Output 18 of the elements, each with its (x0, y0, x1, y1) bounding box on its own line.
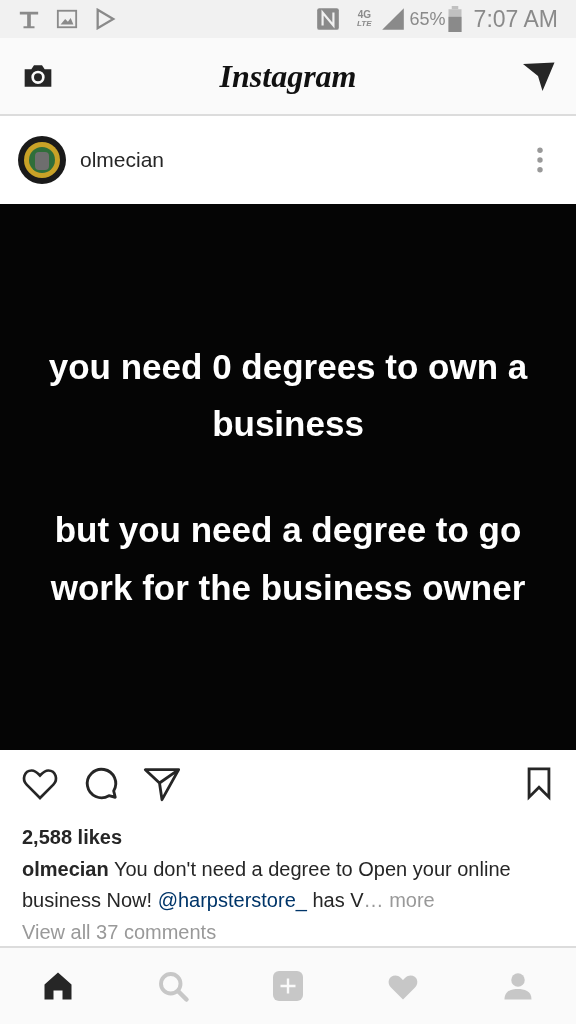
network-subtype: LTE (357, 20, 372, 28)
play-store-icon (94, 8, 116, 30)
image-caption: but you need a degree to go work for the business owner (49, 509, 527, 609)
signal-icon (379, 6, 406, 32)
avatar[interactable] (18, 136, 66, 184)
username[interactable]: olmecian (80, 144, 165, 176)
image-caption: you need 0 degrees to own a business (47, 345, 529, 446)
clock: 7:07 AM (473, 4, 558, 34)
mention-link[interactable]: @harpsterstore_ (157, 889, 307, 911)
gallery-icon (56, 8, 78, 30)
app-logo: Instagram (219, 57, 357, 96)
like-count[interactable]: 2,588 likes (22, 820, 554, 854)
battery-percent: 65% (409, 7, 446, 31)
caption: olmecian You don't need a degree to Open your online business Now! @harpsterstore_ has V… more (22, 857, 512, 914)
network-type: 4G (357, 10, 371, 20)
nfc-icon (315, 6, 342, 32)
more-options-icon[interactable] (536, 147, 544, 173)
battery-icon (447, 6, 462, 32)
